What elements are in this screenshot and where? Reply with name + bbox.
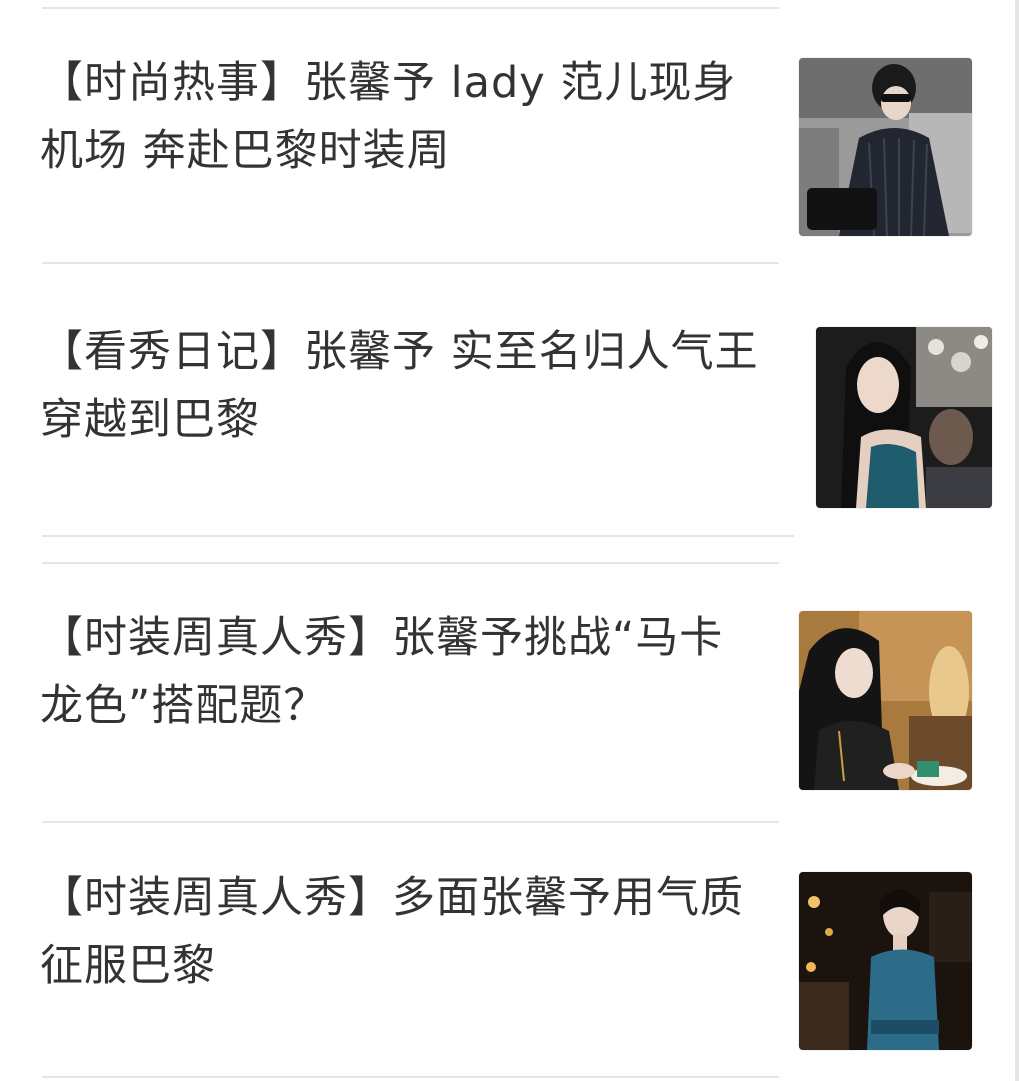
divider — [42, 1076, 779, 1078]
article-item-1[interactable]: 【时尚热事】张馨予 lady 范儿现身机场 奔赴巴黎时装周 — [0, 45, 1000, 255]
photo-show-icon[interactable] — [816, 327, 992, 508]
photo-cafe-icon[interactable] — [799, 611, 972, 790]
article-item-4[interactable]: 【时装周真人秀】多面张馨予用气质征服巴黎 — [0, 860, 1000, 1075]
photo-airport-icon[interactable] — [799, 58, 972, 236]
scroll-edge — [1015, 0, 1019, 1081]
article-title[interactable]: 【时尚热事】张馨予 lady 范儿现身机场 奔赴巴黎时装周 — [40, 49, 755, 185]
divider — [42, 262, 779, 264]
photo-night-icon[interactable] — [799, 872, 972, 1050]
divider — [42, 7, 779, 9]
divider — [42, 562, 779, 564]
divider — [42, 535, 794, 537]
article-title[interactable]: 【时装周真人秀】多面张馨予用气质征服巴黎 — [40, 864, 755, 1000]
news-feed-panel: 【时尚热事】张馨予 lady 范儿现身机场 奔赴巴黎时装周 【看秀日记】张馨予 … — [0, 0, 1015, 1081]
article-title[interactable]: 【时装周真人秀】张馨予挑战“马卡龙色”搭配题？ — [40, 604, 755, 740]
article-title[interactable]: 【看秀日记】张馨予 实至名归人气王穿越到巴黎 — [40, 318, 765, 454]
article-item-2[interactable]: 【看秀日记】张馨予 实至名归人气王穿越到巴黎 — [0, 300, 1000, 530]
divider — [42, 821, 779, 823]
article-item-3[interactable]: 【时装周真人秀】张馨予挑战“马卡龙色”搭配题？ — [0, 600, 1000, 815]
